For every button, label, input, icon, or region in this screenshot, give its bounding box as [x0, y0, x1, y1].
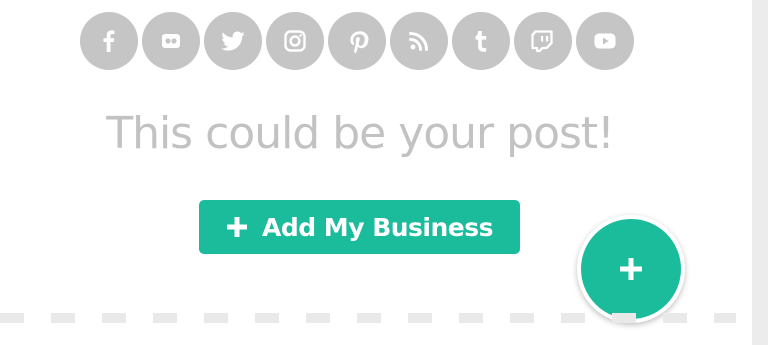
- add-my-business-button[interactable]: Add My Business: [199, 200, 520, 254]
- plus-icon: [620, 258, 642, 280]
- social-icons-row: [80, 12, 634, 70]
- add-my-business-label: Add My Business: [261, 212, 494, 242]
- dashed-divider: [0, 313, 736, 323]
- rss-icon[interactable]: [390, 12, 448, 70]
- flickr-icon[interactable]: [142, 12, 200, 70]
- scrollbar[interactable]: [752, 0, 768, 345]
- youtube-icon[interactable]: [576, 12, 634, 70]
- listing-panel: This could be your post! Add My Business: [0, 0, 752, 345]
- floating-add-button[interactable]: [577, 215, 685, 323]
- plus-icon: [226, 216, 248, 238]
- facebook-icon[interactable]: [80, 12, 138, 70]
- twitter-icon[interactable]: [204, 12, 262, 70]
- tumblr-icon[interactable]: [452, 12, 510, 70]
- twitch-icon[interactable]: [514, 12, 572, 70]
- instagram-icon[interactable]: [266, 12, 324, 70]
- empty-listing-headline: This could be your post!: [106, 108, 615, 159]
- pinterest-icon[interactable]: [328, 12, 386, 70]
